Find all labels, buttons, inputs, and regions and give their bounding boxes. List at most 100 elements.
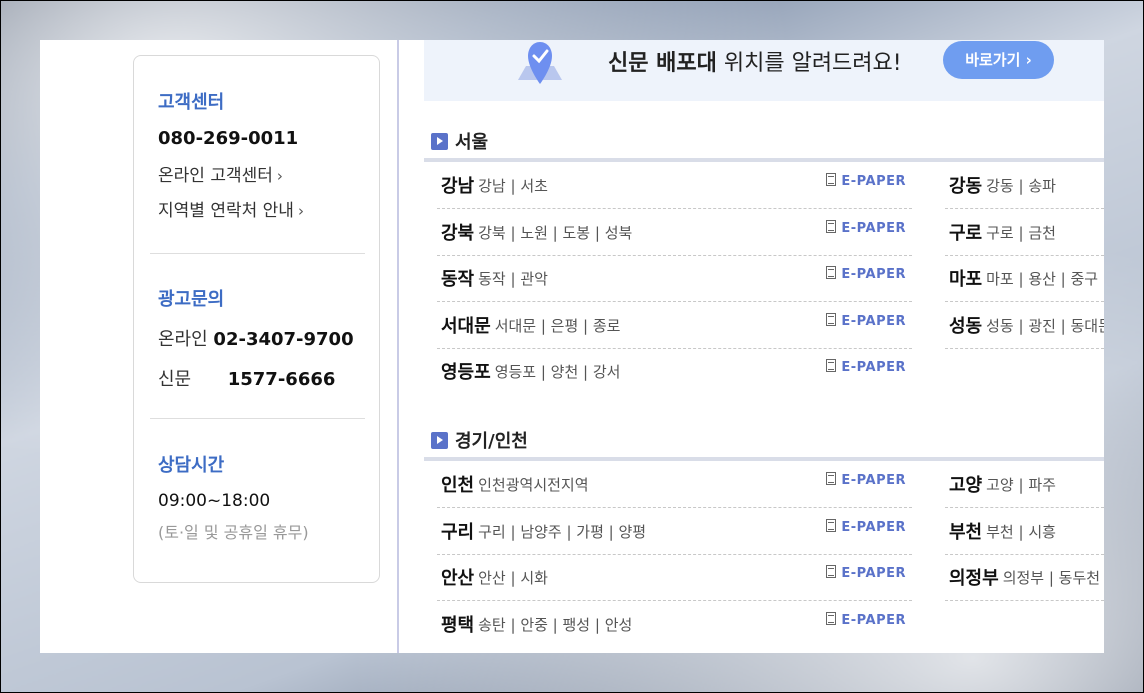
region-title-label: 서울 xyxy=(455,132,489,153)
epaper-label: E-PAPER xyxy=(841,360,906,375)
region-sub: 강남 | 서초 xyxy=(478,176,548,195)
banner-text-rest: 위치를 알려드려요! xyxy=(716,51,902,76)
region-name: 마포 xyxy=(949,269,983,290)
region-sub: 구리 | 남양주 | 가평 | 양평 xyxy=(478,522,647,541)
epaper-link[interactable]: E-PAPER xyxy=(826,565,906,581)
document-icon xyxy=(826,472,837,485)
region-name: 강북 xyxy=(441,223,475,244)
region-name: 평택 xyxy=(441,615,475,636)
epaper-link[interactable]: E-PAPER xyxy=(826,612,906,628)
document-icon xyxy=(826,173,837,186)
epaper-link[interactable]: E-PAPER xyxy=(826,313,906,329)
map-pin-icon xyxy=(518,42,562,84)
region-row[interactable]: 구로 구로 | 금천 xyxy=(945,209,1104,256)
region-name: 강남 xyxy=(441,176,475,197)
ad-online-row: 온라인 02-3407-9700 xyxy=(158,325,365,351)
link-label: 지역별 연락처 안내 xyxy=(158,201,294,221)
region-sub: 고양 | 파주 xyxy=(986,475,1056,494)
link-label: 온라인 고객센터 xyxy=(158,166,273,186)
region-row[interactable]: 고양 고양 | 파주 xyxy=(945,461,1104,508)
region-row[interactable]: 부천 부천 | 시흥 xyxy=(945,508,1104,555)
play-square-icon xyxy=(431,133,448,150)
region-sub: 강동 | 송파 xyxy=(986,176,1056,195)
epaper-label: E-PAPER xyxy=(841,314,906,329)
region-row[interactable]: 강남 강남 | 서초 E-PAPER xyxy=(437,162,912,209)
region-sub: 영등포 | 양천 | 강서 xyxy=(494,362,621,381)
document-icon xyxy=(826,220,837,233)
region-name: 부천 xyxy=(949,522,983,543)
region-row[interactable]: 성동 성동 | 광진 | 동대문 xyxy=(945,302,1104,349)
document-icon xyxy=(826,612,837,625)
region-name: 의정부 xyxy=(949,568,999,589)
region-row[interactable]: 구리 구리 | 남양주 | 가평 | 양평 E-PAPER xyxy=(437,508,912,555)
region-title-seoul: 서울 xyxy=(431,128,488,154)
region-sub: 인천광역시전지역 xyxy=(478,475,589,494)
divider xyxy=(150,418,365,419)
ad-paper-phone: 1577-6666 xyxy=(227,369,336,390)
epaper-link[interactable]: E-PAPER xyxy=(826,266,906,282)
region-sub: 성동 | 광진 | 동대문 xyxy=(986,316,1104,335)
region-row[interactable]: 평택 송탄 | 안중 | 팽성 | 안성 E-PAPER xyxy=(437,601,912,647)
document-icon xyxy=(826,313,837,326)
region-title-gyeonggi: 경기/인천 xyxy=(431,427,528,453)
document-icon xyxy=(826,519,837,532)
region-row[interactable]: 안산 안산 | 시화 E-PAPER xyxy=(437,554,912,601)
region-name: 강동 xyxy=(949,176,983,197)
regional-contacts-link[interactable]: 지역별 연락처 안내 › xyxy=(158,196,365,221)
region-sub: 의정부 | 동두천 xyxy=(1002,568,1101,587)
document-icon xyxy=(826,565,837,578)
region-name: 구리 xyxy=(441,522,475,543)
contact-card: 고객센터 080-269-0011 온라인 고객센터 › 지역별 연락처 안내 › … xyxy=(133,55,380,583)
region-sub: 마포 | 용산 | 중구 xyxy=(986,269,1099,288)
epaper-link[interactable]: E-PAPER xyxy=(826,519,906,535)
customer-center-title: 고객센터 xyxy=(158,92,225,113)
epaper-label: E-PAPER xyxy=(841,613,906,628)
epaper-link[interactable]: E-PAPER xyxy=(826,173,906,189)
online-customer-center-link[interactable]: 온라인 고객센터 › xyxy=(158,161,365,186)
chevron-right-icon: › xyxy=(297,202,304,220)
region-sub: 강북 | 노원 | 도봉 | 성북 xyxy=(478,223,633,242)
region-name: 성동 xyxy=(949,316,983,337)
epaper-link[interactable]: E-PAPER xyxy=(826,472,906,488)
epaper-label: E-PAPER xyxy=(841,267,906,282)
ad-paper-label: 신문 xyxy=(158,369,192,390)
region-row[interactable]: 서대문 서대문 | 은평 | 종로 E-PAPER xyxy=(437,302,912,349)
region-sub: 구로 | 금천 xyxy=(986,223,1056,242)
chevron-right-icon: › xyxy=(276,167,283,185)
ad-online-label: 온라인 xyxy=(158,329,208,350)
ad-online-phone: 02-3407-9700 xyxy=(213,329,354,350)
epaper-link[interactable]: E-PAPER xyxy=(826,220,906,236)
region-name: 영등포 xyxy=(441,362,491,383)
customer-center-phone: 080-269-0011 xyxy=(158,128,299,149)
play-square-icon xyxy=(431,432,448,449)
region-row[interactable]: 영등포 영등포 | 양천 | 강서 E-PAPER xyxy=(437,348,912,394)
region-sub: 부천 | 시흥 xyxy=(986,522,1056,541)
region-sub: 동작 | 관악 xyxy=(478,269,548,288)
region-title-label: 경기/인천 xyxy=(455,431,528,452)
region-row[interactable]: 강북 강북 | 노원 | 도봉 | 성북 E-PAPER xyxy=(437,209,912,256)
region-name: 서대문 xyxy=(441,316,491,337)
region-row[interactable]: 강동 강동 | 송파 xyxy=(945,162,1104,209)
ad-inquiry-title: 광고문의 xyxy=(158,289,225,310)
epaper-link[interactable]: E-PAPER xyxy=(826,359,906,375)
epaper-label: E-PAPER xyxy=(841,221,906,236)
distribution-banner: 신문 배포대 위치를 알려드려요! 바로가기 › xyxy=(424,40,1104,101)
hours-note: (토·일 및 공휴일 휴무) xyxy=(158,523,309,542)
epaper-label: E-PAPER xyxy=(841,520,906,535)
epaper-label: E-PAPER xyxy=(841,473,906,488)
region-sub: 송탄 | 안중 | 팽성 | 안성 xyxy=(478,615,633,634)
region-name: 안산 xyxy=(441,568,475,589)
hours-title: 상담시간 xyxy=(158,455,225,476)
page-panel: 고객센터 080-269-0011 온라인 고객센터 › 지역별 연락처 안내 › … xyxy=(40,40,1104,653)
region-row[interactable]: 마포 마포 | 용산 | 중구 xyxy=(945,255,1104,302)
region-row[interactable]: 의정부 의정부 | 동두천 xyxy=(945,554,1104,601)
hours-time: 09:00~18:00 xyxy=(158,491,271,511)
divider xyxy=(150,253,365,254)
region-row[interactable]: 동작 동작 | 관악 E-PAPER xyxy=(437,255,912,302)
ad-paper-row: 신문 1577-6666 xyxy=(158,365,365,391)
region-name: 인천 xyxy=(441,475,475,496)
go-button[interactable]: 바로가기 › xyxy=(943,41,1054,79)
region-row[interactable]: 인천 인천광역시전지역 E-PAPER xyxy=(437,461,912,508)
document-icon xyxy=(826,359,837,372)
epaper-label: E-PAPER xyxy=(841,174,906,189)
